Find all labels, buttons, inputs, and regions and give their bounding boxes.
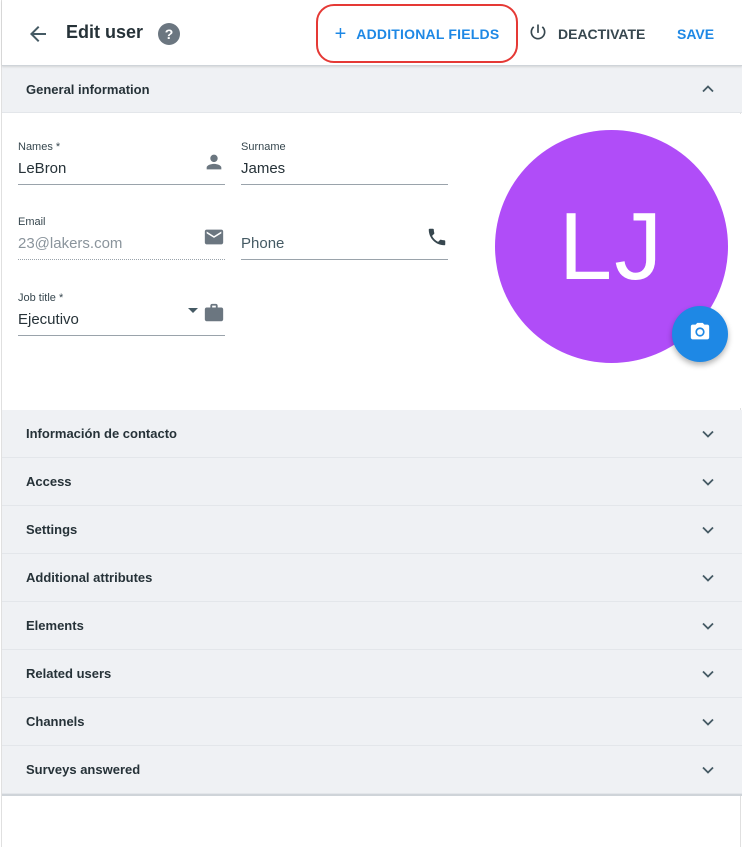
names-field[interactable]: Names * LeBron bbox=[18, 141, 225, 186]
back-arrow-icon[interactable] bbox=[26, 22, 50, 46]
section-label: Channels bbox=[26, 714, 85, 729]
email-label: Email bbox=[18, 216, 46, 228]
job-title-select[interactable]: Job title * Ejecutivo bbox=[18, 292, 225, 337]
camera-button[interactable] bbox=[672, 306, 728, 362]
names-underline bbox=[18, 184, 225, 185]
surname-label: Surname bbox=[241, 141, 286, 153]
plus-icon: + bbox=[334, 22, 347, 45]
email-value: 23@lakers.com bbox=[18, 235, 123, 252]
edit-user-page: Edit user ? + ADDITIONAL FIELDS DEACTIVA… bbox=[1, 0, 742, 847]
section-label: Related users bbox=[26, 666, 112, 681]
chevron-down-icon bbox=[700, 762, 716, 778]
camera-icon bbox=[689, 321, 711, 348]
chevron-up-icon bbox=[700, 81, 716, 97]
chevron-down-icon bbox=[700, 570, 716, 586]
dropdown-arrow-icon[interactable] bbox=[186, 303, 200, 317]
email-field: Email 23@lakers.com bbox=[18, 216, 225, 261]
email-underline bbox=[18, 259, 225, 260]
chevron-down-icon bbox=[700, 474, 716, 490]
section-contact-info[interactable]: Información de contacto bbox=[2, 410, 742, 458]
section-label: Access bbox=[26, 474, 72, 489]
section-label: Surveys answered bbox=[26, 762, 141, 777]
email-icon bbox=[203, 226, 225, 248]
power-icon bbox=[528, 22, 548, 47]
section-elements[interactable]: Elements bbox=[2, 602, 742, 650]
section-channels[interactable]: Channels bbox=[2, 698, 742, 746]
surname-field[interactable]: Surname James bbox=[241, 141, 448, 186]
job-title-underline bbox=[18, 335, 225, 336]
deactivate-button[interactable]: DEACTIVATE bbox=[528, 22, 645, 46]
section-surveys-answered[interactable]: Surveys answered bbox=[2, 746, 742, 794]
job-title-value[interactable]: Ejecutivo bbox=[18, 311, 79, 328]
section-label: Información de contacto bbox=[26, 426, 177, 441]
general-information-title: General information bbox=[26, 81, 150, 97]
names-value[interactable]: LeBron bbox=[18, 160, 66, 177]
additional-fields-button[interactable]: + ADDITIONAL FIELDS bbox=[316, 4, 518, 63]
sections-divider bbox=[2, 794, 742, 796]
avatar-initials: LJ bbox=[558, 192, 665, 300]
section-related-users[interactable]: Related users bbox=[2, 650, 742, 698]
page-title: Edit user bbox=[66, 22, 144, 42]
top-bar: Edit user ? + ADDITIONAL FIELDS DEACTIVA… bbox=[2, 0, 742, 66]
chevron-down-icon bbox=[700, 522, 716, 538]
phone-icon bbox=[426, 226, 448, 248]
section-label: Additional attributes bbox=[26, 570, 153, 585]
names-label: Names * bbox=[18, 141, 61, 153]
deactivate-label: DEACTIVATE bbox=[558, 26, 646, 42]
person-icon bbox=[203, 151, 225, 173]
save-button[interactable]: SAVE bbox=[677, 26, 714, 42]
phone-field[interactable]: Phone bbox=[241, 216, 448, 261]
collapsed-sections: Información de contacto Access Settings … bbox=[2, 410, 742, 796]
surname-value[interactable]: James bbox=[241, 160, 285, 177]
chevron-down-icon bbox=[700, 714, 716, 730]
general-information-header[interactable]: General information bbox=[2, 66, 742, 113]
phone-underline bbox=[241, 259, 448, 260]
surname-underline bbox=[241, 184, 448, 185]
section-settings[interactable]: Settings bbox=[2, 506, 742, 554]
chevron-down-icon bbox=[700, 426, 716, 442]
chevron-down-icon bbox=[700, 618, 716, 634]
section-label: Settings bbox=[26, 522, 78, 537]
section-access[interactable]: Access bbox=[2, 458, 742, 506]
section-label: Elements bbox=[26, 618, 84, 633]
chevron-down-icon bbox=[700, 666, 716, 682]
help-icon[interactable]: ? bbox=[158, 23, 180, 45]
additional-fields-label: ADDITIONAL FIELDS bbox=[356, 25, 500, 42]
briefcase-icon bbox=[203, 302, 225, 324]
section-additional-attributes[interactable]: Additional attributes bbox=[2, 554, 742, 602]
phone-input[interactable]: Phone bbox=[241, 235, 284, 252]
